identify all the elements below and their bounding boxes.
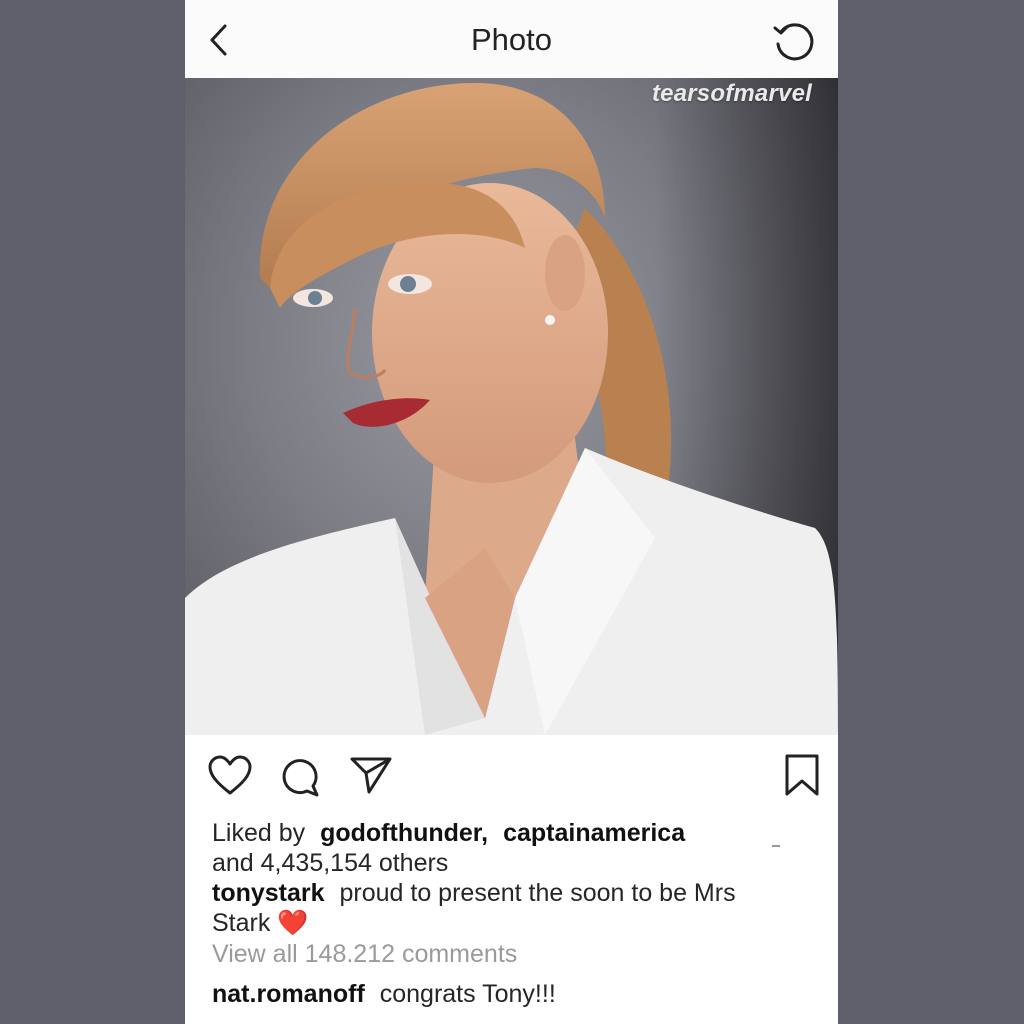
page-title: Photo <box>470 22 552 57</box>
share-button[interactable] <box>349 755 393 795</box>
liked-by-user-link[interactable]: godofthunder, <box>320 819 488 847</box>
comment-text: congrats Tony!!! <box>379 980 556 1008</box>
liked-by-user-link[interactable]: captainamerica <box>503 819 685 847</box>
likes-count[interactable]: and 4,435,154 others <box>212 849 448 877</box>
portrait-image <box>185 78 838 735</box>
comment-item: nat.romanoff congrats Tony!!! <box>212 980 556 1009</box>
likes-summary: Liked by godofthunder, captainamerica an… <box>212 818 798 878</box>
comment-icon <box>282 759 319 797</box>
heart-icon <box>208 755 252 795</box>
refresh-button[interactable] <box>769 18 817 66</box>
post-caption: tonystark proud to present the soon to b… <box>212 878 798 938</box>
post-card: Photo tearsofmarvel Liked by godofthunde… <box>185 0 838 1024</box>
action-bar <box>185 735 838 815</box>
like-button[interactable] <box>207 755 253 797</box>
caption-username-link[interactable]: tonystark <box>212 879 325 907</box>
paper-plane-icon <box>350 757 392 794</box>
refresh-icon <box>773 23 814 61</box>
header-bar: Photo <box>185 0 838 78</box>
comment-username-link[interactable]: nat.romanoff <box>212 980 365 1008</box>
comment-button[interactable] <box>279 755 321 797</box>
likes-prefix: Liked by <box>212 819 306 847</box>
divider-mark <box>772 845 780 847</box>
post-photo[interactable]: tearsofmarvel <box>185 78 838 735</box>
photo-watermark: tearsofmarvel <box>651 80 812 107</box>
heart-emoji: ❤️ <box>277 909 309 937</box>
view-all-comments-link[interactable]: View all 148.212 comments <box>212 940 517 969</box>
save-button[interactable] <box>784 753 820 797</box>
bookmark-icon <box>785 754 819 796</box>
